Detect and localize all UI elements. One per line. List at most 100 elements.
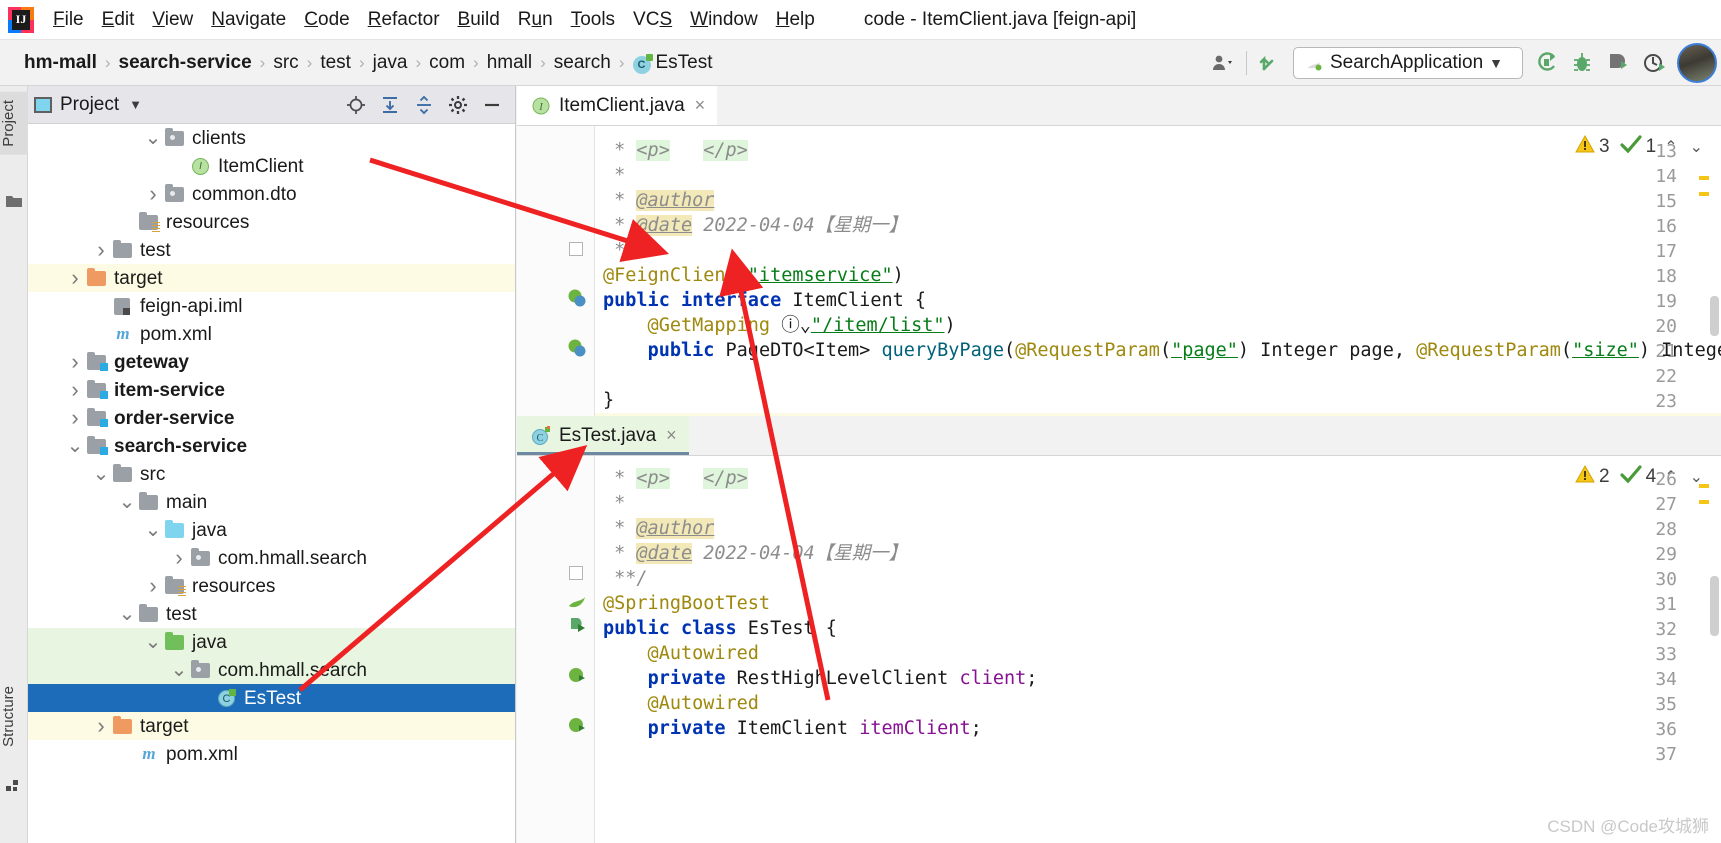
settings-gear-icon[interactable] <box>447 94 469 116</box>
tree-node-common-dto[interactable]: › common.dto <box>28 180 515 208</box>
menu-window[interactable]: Window <box>681 7 767 33</box>
tree-node-feign-api-iml[interactable]: feign-api.iml <box>28 292 515 320</box>
tree-node-order-service[interactable]: › order-service <box>28 404 515 432</box>
breadcrumb-search-service[interactable]: search-service <box>113 52 258 74</box>
code-line[interactable]: * <p> </p> <box>603 466 748 491</box>
code-line[interactable]: **/ <box>603 566 647 591</box>
menu-file[interactable]: File <box>44 7 93 33</box>
chevron-down-icon[interactable]: ⌄ <box>142 632 164 652</box>
tab-estest-java[interactable]: C EsTest.java × <box>517 416 689 455</box>
chevron-right-icon[interactable]: › <box>90 237 112 263</box>
tree-node-search-service[interactable]: ⌄ search-service <box>28 432 515 460</box>
tree-node-pom-xml[interactable]: m pom.xml <box>28 740 515 768</box>
breadcrumb-com[interactable]: com <box>423 52 471 74</box>
code-line[interactable]: * @author <box>603 516 715 541</box>
menu-code[interactable]: Code <box>295 7 358 33</box>
editor-scrollbar-top[interactable] <box>1710 296 1719 336</box>
code-line[interactable]: private RestHighLevelClient client; <box>603 666 1038 691</box>
run-configuration-selector[interactable]: SearchApplication ▼ <box>1293 47 1523 79</box>
tree-node-resources[interactable]: › resources <box>28 572 515 600</box>
tree-node-estest[interactable]: C EsTest <box>28 684 515 712</box>
spring-leaf-gutter-icon[interactable] <box>567 590 587 610</box>
user-avatar[interactable] <box>1677 43 1717 83</box>
menu-refactor[interactable]: Refactor <box>359 7 449 33</box>
editor-itemclient-java[interactable]: 3 1 ⌃ ⌄ 13 * <p> </p> 14 * 15 * @author 16… <box>517 126 1721 416</box>
menu-build[interactable]: Build <box>449 7 509 33</box>
menu-tools[interactable]: Tools <box>562 7 624 33</box>
breadcrumb-test[interactable]: test <box>314 52 357 74</box>
chevron-down-icon[interactable]: ⌄ <box>90 464 112 484</box>
code-line[interactable]: @SpringBootTest <box>603 591 770 616</box>
menu-run[interactable]: Run <box>509 7 562 33</box>
autowired-bean-gutter-icon[interactable] <box>567 715 587 735</box>
chevron-down-icon[interactable]: ⌄ <box>116 492 138 512</box>
autowired-bean-gutter-icon[interactable] <box>567 665 587 685</box>
chevron-down-icon[interactable]: ⌄ <box>168 660 190 680</box>
code-line[interactable]: @GetMapping ⓘ⌄"/item/list") <box>603 313 956 338</box>
run-test-gutter-icon[interactable] <box>567 615 587 635</box>
editor-estest-java[interactable]: 2 4 ⌃ ⌄ 26 * <p> </p> 27 * 28 * @author 29… <box>517 456 1721 843</box>
chevron-right-icon[interactable]: › <box>64 377 86 403</box>
chevron-right-icon[interactable]: › <box>64 265 86 291</box>
close-icon[interactable]: × <box>695 95 706 116</box>
chevron-down-icon[interactable]: ▼ <box>1489 55 1503 71</box>
chevron-right-icon[interactable]: › <box>90 713 112 739</box>
code-line[interactable]: * <p> </p> <box>603 138 748 163</box>
tree-node-resources[interactable]: resources <box>28 208 515 236</box>
code-line[interactable]: * @author <box>603 188 715 213</box>
breadcrumb-java[interactable]: java <box>367 52 414 74</box>
marker-warning-stripe[interactable] <box>1699 176 1709 180</box>
breadcrumb-hmall[interactable]: hmall <box>481 52 538 74</box>
code-folding-icon[interactable] <box>569 242 583 256</box>
tree-node-src[interactable]: ⌄ src <box>28 460 515 488</box>
code-line[interactable]: * <box>603 163 636 188</box>
feign-gutter-icon[interactable] <box>567 338 587 358</box>
rail-tab-structure[interactable]: Structure <box>0 678 28 755</box>
inspection-widget-top[interactable]: 3 1 ⌃ ⌄ <box>1575 134 1707 160</box>
code-folding-icon[interactable] <box>569 566 583 580</box>
breadcrumb-hm-mall[interactable]: hm-mall <box>18 52 103 74</box>
project-view-chevron-down-icon[interactable]: ▼ <box>129 97 142 112</box>
collapse-all-icon[interactable] <box>413 94 435 116</box>
tree-node-test[interactable]: ⌄ test <box>28 600 515 628</box>
menu-edit[interactable]: Edit <box>93 7 144 33</box>
rail-tab-project[interactable]: Project <box>0 92 28 155</box>
locate-icon[interactable] <box>345 94 367 116</box>
tree-node-target[interactable]: › target <box>28 712 515 740</box>
update-project-icon[interactable] <box>1257 50 1283 76</box>
editor-gutter-top[interactable] <box>517 126 595 416</box>
tree-node-main[interactable]: ⌄ main <box>28 488 515 516</box>
chevron-right-icon[interactable]: › <box>142 573 164 599</box>
code-line[interactable]: * <box>603 491 636 516</box>
chevron-right-icon[interactable]: › <box>168 545 190 571</box>
editor-gutter-bottom[interactable] <box>517 456 595 843</box>
code-line[interactable]: @Autowired <box>603 641 759 666</box>
chevron-down-icon[interactable]: ⌄ <box>142 520 164 540</box>
chevron-right-icon[interactable]: › <box>142 181 164 207</box>
menu-help[interactable]: Help <box>767 7 824 33</box>
menu-navigate[interactable]: Navigate <box>202 7 295 33</box>
tree-node-java[interactable]: ⌄ java <box>28 628 515 656</box>
hide-panel-icon[interactable] <box>481 94 503 116</box>
debug-icon[interactable] <box>1569 50 1595 76</box>
profiler-icon[interactable] <box>1641 50 1667 76</box>
breadcrumb-src[interactable]: src <box>267 52 304 74</box>
tree-node-com-hmall-search[interactable]: › com.hmall.search <box>28 544 515 572</box>
breadcrumb-estest[interactable]: C EsTest <box>627 52 719 74</box>
run-with-coverage-icon[interactable] <box>1605 50 1631 76</box>
tree-node-com-hmall-search[interactable]: ⌄ com.hmall.search <box>28 656 515 684</box>
marker-warning-stripe[interactable] <box>1699 484 1709 488</box>
code-line[interactable]: public PageDTO<Item> queryByPage(@Reques… <box>603 338 1721 363</box>
tab-itemclient-java[interactable]: I ItemClient.java × <box>517 86 718 125</box>
code-line[interactable]: public interface ItemClient { <box>603 288 926 313</box>
chevron-down-icon[interactable]: ⌄ <box>142 128 164 148</box>
chevron-right-icon[interactable]: › <box>64 405 86 431</box>
tree-node-pom-xml[interactable]: m pom.xml <box>28 320 515 348</box>
code-line[interactable]: **/ <box>603 238 647 263</box>
next-highlight-chevron-down-icon[interactable]: ⌄ <box>1686 137 1707 157</box>
tree-node-java[interactable]: ⌄ java <box>28 516 515 544</box>
run-icon[interactable] <box>1533 50 1559 76</box>
code-line[interactable]: * @date 2022-04-04【星期一】 <box>603 213 907 238</box>
tree-node-test[interactable]: › test <box>28 236 515 264</box>
menu-vcs[interactable]: VCS <box>624 7 681 33</box>
